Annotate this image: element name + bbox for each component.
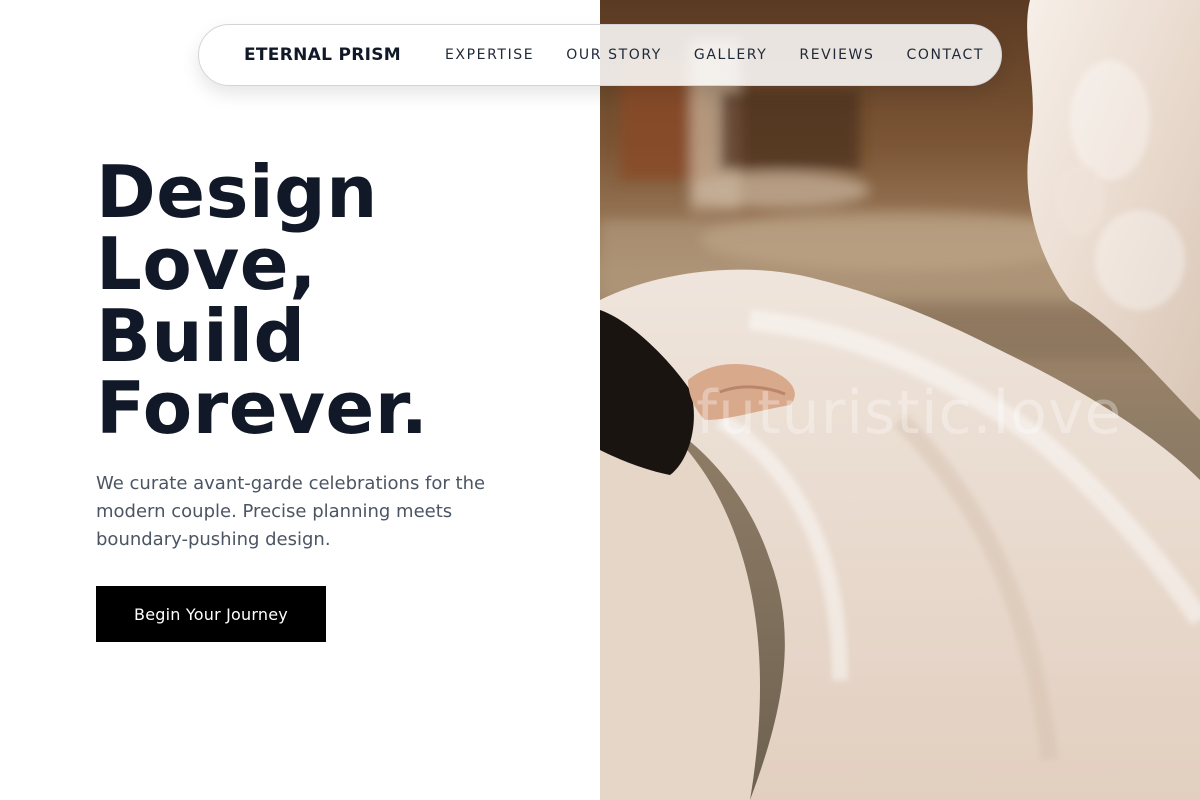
nav-link-reviews[interactable]: REVIEWS (799, 47, 874, 63)
hero-section: Design Love, Build Forever. We curate av… (0, 0, 600, 800)
nav-link-gallery[interactable]: GALLERY (694, 47, 767, 63)
brand-logo[interactable]: ETERNAL PRISM (244, 45, 401, 65)
hero-headline: Design Love, Build Forever. (96, 156, 428, 444)
top-navigation: ETERNAL PRISM EXPERTISE OUR STORY GALLER… (198, 24, 1002, 86)
nav-link-expertise[interactable]: EXPERTISE (445, 47, 534, 63)
page: Design Love, Build Forever. We curate av… (0, 0, 1200, 800)
nav-link-contact[interactable]: CONTACT (906, 47, 984, 63)
nav-links: EXPERTISE OUR STORY GALLERY REVIEWS CONT… (445, 47, 984, 63)
begin-journey-button[interactable]: Begin Your Journey (96, 586, 326, 642)
headline-line-4: Forever. (96, 366, 429, 450)
headline-line-3: Build (96, 294, 306, 378)
hero-subtext: We curate avant-garde celebrations for t… (96, 473, 486, 550)
watermark-text: futuristic.love (696, 378, 1123, 448)
headline-line-2: Love, (96, 222, 317, 306)
hero-photo: futuristic.love (600, 0, 1200, 800)
headline-line-1: Design (96, 150, 378, 234)
nav-link-our-story[interactable]: OUR STORY (566, 47, 662, 63)
